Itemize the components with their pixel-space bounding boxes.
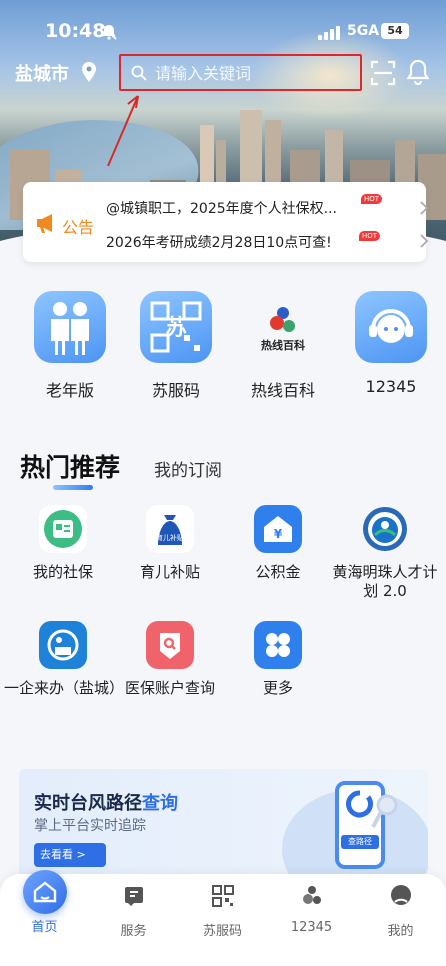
- bottom-tab-bar: 首页 服务 苏服码 12345 我的: [0, 870, 446, 966]
- banner-title-prefix: 实时台风路径: [34, 793, 142, 814]
- notification-bell-icon[interactable]: [406, 59, 430, 85]
- app-label: 12345: [365, 377, 417, 396]
- quick-apps: 老年版 苏 苏服码 热线百科 热线百科 12345: [0, 291, 446, 406]
- svg-text:¥: ¥: [274, 527, 283, 541]
- logo-text: 热线百科: [261, 339, 305, 352]
- search-icon: [131, 65, 147, 81]
- tab-my-subscription[interactable]: 我的订阅: [154, 456, 222, 481]
- app-su-code[interactable]: 苏 苏服码: [126, 291, 226, 401]
- location-pin-icon[interactable]: [82, 62, 96, 82]
- status-time: 10:48: [45, 20, 106, 42]
- service-label: 公积金: [255, 563, 301, 581]
- app-elderly-mode[interactable]: 老年版: [20, 291, 120, 401]
- more-grid-icon: [254, 621, 302, 669]
- annotation-arrow: [107, 95, 139, 167]
- network-type: 5GA: [347, 23, 380, 39]
- service-enterprise[interactable]: 一企来办（盐城）: [4, 621, 125, 698]
- elderly-couple-icon: [34, 291, 106, 363]
- icon-caption: 育儿补贴: [156, 534, 184, 542]
- city-selector[interactable]: 盐城市: [15, 60, 69, 86]
- app-12345[interactable]: 12345: [341, 291, 441, 396]
- tab-label: 我的: [387, 924, 414, 939]
- service-icon: [124, 887, 143, 906]
- tab-label: 首页: [31, 920, 58, 935]
- svg-text:苏: 苏: [165, 315, 187, 341]
- service-label: 黄海明珠人才计划 2.0: [332, 563, 438, 600]
- service-medical-insurance[interactable]: 医保账户查询: [111, 621, 229, 698]
- banner-go-button[interactable]: 去看看 >: [34, 843, 106, 867]
- service-label: 一企来办（盐城）: [4, 679, 125, 697]
- notice-item[interactable]: 2026年考研成绩2月28日10点可查!: [106, 232, 332, 252]
- chevron-right-icon[interactable]: [419, 234, 429, 248]
- search-input[interactable]: [155, 62, 355, 84]
- service-label: 我的社保: [32, 563, 93, 581]
- notice-card[interactable]: 公告 @城镇职工，2025年度个人社保权... HOT 2026年考研成绩2月2…: [23, 182, 429, 262]
- notice-item[interactable]: @城镇职工，2025年度个人社保权...: [106, 198, 337, 218]
- app-label: 苏服码: [151, 381, 200, 400]
- banner-subtitle: 掌上平台实时追踪: [34, 818, 146, 834]
- magnifier-decoration: [371, 794, 398, 828]
- service-label: 育儿补贴: [139, 563, 200, 581]
- scan-icon[interactable]: [370, 60, 396, 86]
- chevron-right-icon[interactable]: [419, 201, 429, 215]
- mute-bell-icon: [101, 24, 117, 40]
- battery-icon: 54: [381, 23, 409, 39]
- signal-icon: [318, 26, 340, 40]
- service-label: 更多: [262, 679, 293, 697]
- status-bar: 10:48 5GA 54: [0, 20, 446, 46]
- headset-icon: [355, 291, 427, 363]
- medical-insurance-icon: [146, 621, 194, 669]
- talent-plan-logo: [361, 505, 409, 553]
- qr-code-icon: [211, 885, 234, 907]
- tab-su-code[interactable]: 苏服码: [178, 884, 267, 939]
- tab-home[interactable]: 首页: [0, 870, 89, 935]
- tab-label: 苏服码: [202, 924, 242, 939]
- service-talent-plan[interactable]: 黄海明珠人才计划 2.0: [326, 505, 444, 601]
- home-icon: [23, 870, 67, 914]
- service-housing-fund[interactable]: ¥ 公积金: [219, 505, 337, 582]
- typhoon-banner[interactable]: 实时台风路径查询 掌上平台实时追踪 去看看 > 查路径: [19, 769, 428, 879]
- social-security-icon: [39, 505, 87, 553]
- service-childcare-subsidy[interactable]: 育儿补贴 育儿补贴: [111, 505, 229, 582]
- tab-label: 12345: [290, 920, 333, 935]
- service-label: 医保账户查询: [124, 679, 215, 697]
- app-label: 热线百科: [250, 381, 315, 400]
- active-tab-indicator: [53, 485, 93, 490]
- banner-title-highlight: 查询: [142, 793, 178, 814]
- tab-service[interactable]: 服务: [89, 884, 178, 939]
- app-label: 老年版: [45, 381, 94, 400]
- hot-badge: HOT: [361, 194, 383, 204]
- banner-title: 实时台风路径查询: [34, 789, 178, 815]
- hotline-icon: [302, 886, 321, 904]
- hot-badge: HOT: [359, 231, 381, 241]
- notice-label: 公告: [62, 218, 95, 237]
- service-more[interactable]: 更多: [219, 621, 337, 698]
- enterprise-icon: [39, 621, 87, 669]
- app-hotline-wiki[interactable]: 热线百科 热线百科: [233, 291, 333, 401]
- search-bar[interactable]: [119, 54, 362, 91]
- phone-button-label: 查路径: [341, 835, 379, 849]
- megaphone-icon: [37, 214, 52, 233]
- qr-code-icon: 苏: [140, 291, 212, 363]
- hotline-wiki-logo: 热线百科: [247, 291, 319, 363]
- housing-fund-icon: ¥: [254, 505, 302, 553]
- tab-hot-recommend[interactable]: 热门推荐: [20, 448, 120, 484]
- tab-12345[interactable]: 12345: [267, 884, 356, 935]
- service-social-security[interactable]: 我的社保: [4, 505, 122, 582]
- tab-profile[interactable]: 我的: [356, 884, 445, 939]
- childcare-subsidy-icon: 育儿补贴: [146, 505, 194, 553]
- profile-icon: [390, 885, 411, 905]
- tab-label: 服务: [120, 924, 147, 939]
